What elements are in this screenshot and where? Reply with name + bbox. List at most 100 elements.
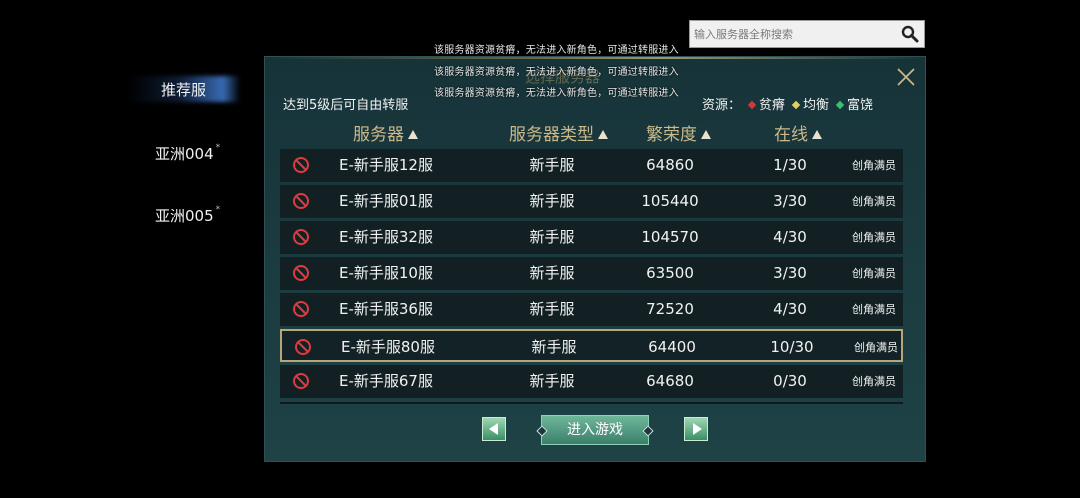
- resource-legend: 资源： 贫瘠 均衡 富饶: [702, 94, 873, 113]
- server-prosperity: 105440: [641, 192, 699, 210]
- prev-page-button[interactable]: [482, 417, 506, 441]
- server-name: E-新手服12服: [339, 156, 433, 174]
- server-prosperity: 72520: [646, 300, 694, 318]
- header-label: 繁荣度: [646, 125, 697, 145]
- server-online: 0/30: [773, 372, 807, 390]
- toast-notice: 该服务器资源贫瘠，无法进入新角色，可通过转服进入: [434, 67, 679, 78]
- server-status: 创角满员: [852, 195, 896, 208]
- ban-cell: [290, 149, 312, 182]
- header-prosperity[interactable]: 繁荣度: [646, 120, 711, 145]
- sidebar-item-recommended[interactable]: 推荐服: [161, 79, 206, 100]
- server-prosperity: 104570: [641, 228, 699, 246]
- server-name: E-新手服36服: [339, 300, 433, 318]
- list-scroll-track[interactable]: [280, 402, 903, 404]
- server-row[interactable]: E-新手服36服 新手服 72520 4/30 创角满员: [280, 293, 903, 326]
- server-name: E-新手服10服: [339, 264, 433, 282]
- server-status: 创角满员: [852, 231, 896, 244]
- server-type: 新手服: [529, 156, 575, 174]
- server-row[interactable]: E-新手服10服 新手服 63500 3/30 创角满员: [280, 257, 903, 290]
- ban-cell: [290, 185, 312, 218]
- yellow-gem-icon: [791, 100, 801, 110]
- server-row-selected[interactable]: E-新手服80服 新手服 64400 10/30 创角满员: [280, 329, 903, 362]
- close-icon[interactable]: [895, 66, 917, 88]
- header-online[interactable]: 在线: [774, 120, 822, 145]
- sidebar-item-label: 亚洲004: [155, 145, 214, 163]
- server-type: 新手服: [529, 372, 575, 390]
- server-search-input[interactable]: [690, 21, 894, 47]
- arrow-left-icon: [489, 423, 498, 435]
- sort-up-icon: [701, 130, 711, 139]
- server-type: 新手服: [529, 264, 575, 282]
- server-name: E-新手服67服: [339, 372, 433, 390]
- server-online: 3/30: [773, 264, 807, 282]
- no-entry-icon: [293, 193, 309, 209]
- no-entry-icon: [293, 301, 309, 317]
- server-prosperity: 64860: [646, 156, 694, 174]
- red-gem-icon: [747, 100, 757, 110]
- legend-rich: 富饶: [847, 98, 874, 113]
- no-entry-icon: [293, 373, 309, 389]
- ban-cell: [290, 221, 312, 254]
- server-row[interactable]: E-新手服32服 新手服 104570 4/30 创角满员: [280, 221, 903, 254]
- panel-top-ornament: [265, 57, 925, 59]
- server-row[interactable]: E-新手服67服 新手服 64680 0/30 创角满员: [280, 365, 903, 398]
- sidebar-item-asia004[interactable]: 亚洲004 *: [155, 143, 220, 164]
- no-entry-icon: [293, 229, 309, 245]
- server-name: E-新手服32服: [339, 228, 433, 246]
- legend-barren: 贫瘠: [759, 98, 786, 113]
- toast-notice: 该服务器资源贫瘠，无法进入新角色，可通过转服进入: [434, 45, 679, 56]
- sidebar-item-asia005[interactable]: 亚洲005 *: [155, 205, 220, 226]
- green-gem-icon: [835, 100, 845, 110]
- header-label: 服务器类型: [509, 125, 594, 145]
- server-status: 创角满员: [852, 267, 896, 280]
- sidebar-item-mark: *: [215, 143, 221, 153]
- header-server-type[interactable]: 服务器类型: [509, 120, 608, 145]
- server-type: 新手服: [529, 300, 575, 318]
- server-name: E-新手服80服: [341, 338, 435, 356]
- server-online: 10/30: [770, 338, 814, 356]
- ban-cell: [290, 293, 312, 326]
- sidebar-item-label: 亚洲005: [155, 207, 214, 225]
- sort-up-icon: [598, 130, 608, 139]
- no-entry-icon: [293, 265, 309, 281]
- ban-cell: [290, 365, 312, 398]
- arrow-right-icon: [693, 423, 702, 435]
- server-prosperity: 64400: [648, 338, 696, 356]
- server-prosperity: 64680: [646, 372, 694, 390]
- server-status: 创角满员: [854, 341, 898, 354]
- server-online: 4/30: [773, 300, 807, 318]
- sidebar-item-mark: *: [215, 205, 221, 215]
- legend-label: 资源：: [702, 98, 742, 113]
- server-online: 4/30: [773, 228, 807, 246]
- server-status: 创角满员: [852, 375, 896, 388]
- transfer-hint: 达到5级后可自由转服: [283, 98, 409, 113]
- sort-up-icon: [812, 130, 822, 139]
- server-name: E-新手服01服: [339, 192, 433, 210]
- sort-up-icon: [408, 130, 418, 139]
- next-page-button[interactable]: [684, 417, 708, 441]
- sidebar-item-label: 推荐服: [161, 81, 207, 99]
- search-icon[interactable]: [900, 24, 920, 44]
- header-server-name[interactable]: 服务器: [353, 120, 418, 145]
- server-online: 3/30: [773, 192, 807, 210]
- server-online: 1/30: [773, 156, 807, 174]
- server-type: 新手服: [531, 338, 577, 356]
- server-status: 创角满员: [852, 303, 896, 316]
- server-row[interactable]: E-新手服12服 新手服 64860 1/30 创角满员: [280, 149, 903, 182]
- server-status: 创角满员: [852, 159, 896, 172]
- enter-game-button[interactable]: 进入游戏: [536, 415, 654, 445]
- server-row[interactable]: E-新手服01服 新手服 105440 3/30 创角满员: [280, 185, 903, 218]
- server-search-box: [689, 20, 925, 48]
- header-label: 服务器: [353, 125, 404, 145]
- legend-balanced: 均衡: [803, 98, 830, 113]
- server-type: 新手服: [529, 192, 575, 210]
- no-entry-icon: [293, 157, 309, 173]
- server-type: 新手服: [529, 228, 575, 246]
- header-label: 在线: [774, 125, 808, 145]
- ban-cell: [292, 331, 314, 364]
- no-entry-icon: [295, 339, 311, 355]
- enter-game-label: 进入游戏: [567, 422, 623, 438]
- toast-notice: 该服务器资源贫瘠，无法进入新角色，可通过转服进入: [434, 88, 679, 99]
- ban-cell: [290, 257, 312, 290]
- server-prosperity: 63500: [646, 264, 694, 282]
